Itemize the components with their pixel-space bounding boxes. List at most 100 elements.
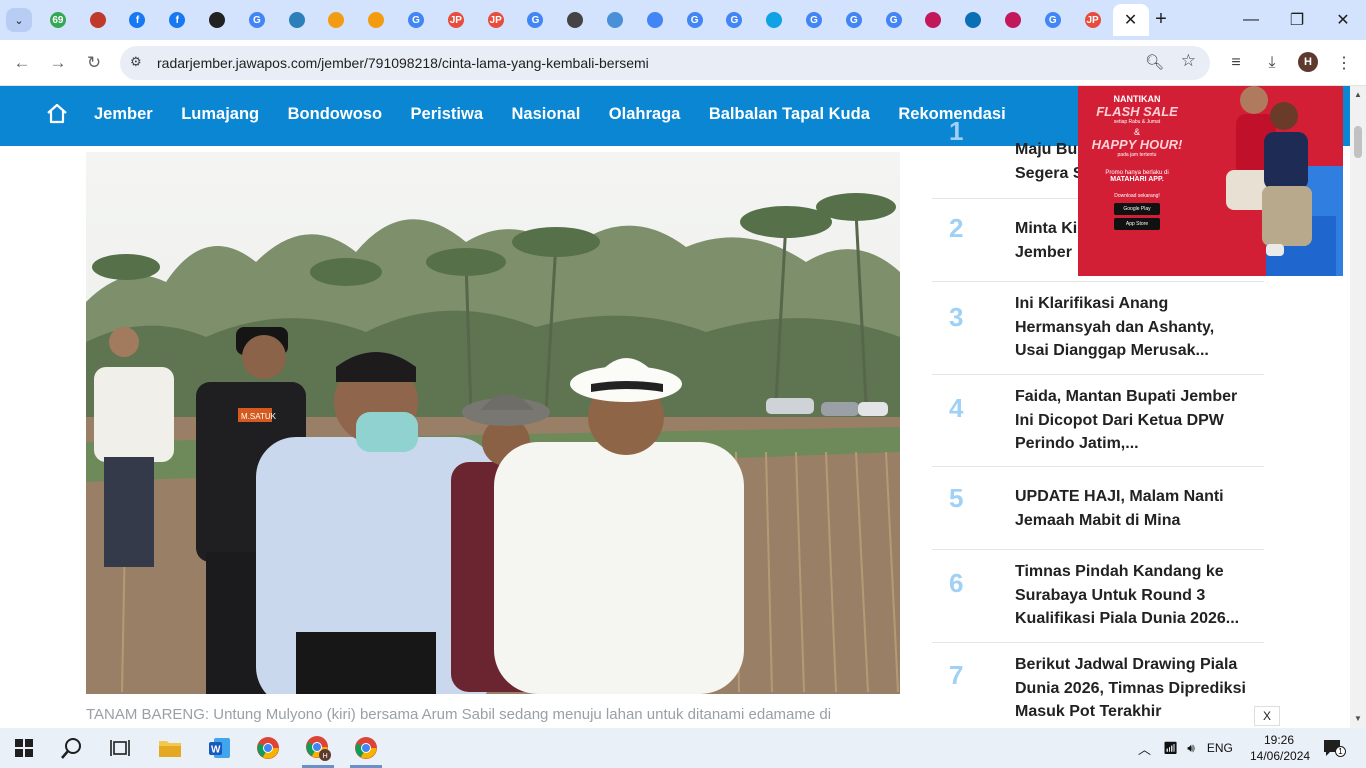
close-ad-button[interactable]: X xyxy=(1254,706,1280,726)
list-item[interactable]: 5 UPDATE HAJI, Malam Nanti Jemaah Mabit … xyxy=(932,467,1264,550)
chrome-active-button[interactable] xyxy=(342,728,390,768)
task-view-button[interactable] xyxy=(96,728,144,768)
minimize-button[interactable]: — xyxy=(1228,0,1274,40)
browser-tab[interactable]: G xyxy=(715,4,755,36)
url-text[interactable]: radarjember.jawapos.com/jember/791098218… xyxy=(157,55,649,71)
ad-models-image xyxy=(1196,86,1343,276)
list-item[interactable]: 7 Berikut Jadwal Drawing Piala Dunia 202… xyxy=(932,643,1264,728)
home-icon[interactable] xyxy=(45,102,69,126)
google-icon: G xyxy=(885,12,902,28)
scroll-down-arrow[interactable]: ▼ xyxy=(1353,714,1363,723)
wifi-icon[interactable]: 📶︎ xyxy=(1163,741,1178,755)
browser-tab[interactable] xyxy=(277,4,317,36)
nav-item[interactable]: Balbalan Tapal Kuda xyxy=(709,105,870,124)
tab-search-button[interactable]: ⌄ xyxy=(6,8,32,32)
site-icon xyxy=(925,12,942,28)
language-indicator[interactable]: ENG xyxy=(1207,741,1233,755)
matahari-ad-banner[interactable]: NANTIKAN FLASH SALE setiap Rabu & Jumat … xyxy=(1078,86,1343,276)
chrome-icon: H xyxy=(306,736,331,761)
scroll-up-arrow[interactable]: ▲ xyxy=(1353,90,1363,99)
nav-item[interactable]: Nasional xyxy=(512,105,581,124)
browser-tab[interactable] xyxy=(555,4,595,36)
reload-button[interactable]: ↻ xyxy=(82,51,106,75)
forward-button[interactable]: → xyxy=(46,51,70,75)
browser-tab[interactable]: JP xyxy=(1073,4,1113,36)
browser-tab[interactable] xyxy=(953,4,993,36)
app-store-badge[interactable]: App Store xyxy=(1114,218,1160,230)
browser-tab[interactable] xyxy=(595,4,635,36)
browser-tab[interactable]: 69 xyxy=(38,4,78,36)
browser-tab[interactable] xyxy=(635,4,675,36)
notification-center-button[interactable]: 1 xyxy=(1322,738,1346,758)
nav-item[interactable]: Olahraga xyxy=(609,105,681,124)
browser-tab[interactable] xyxy=(78,4,118,36)
browser-tab[interactable] xyxy=(197,4,237,36)
back-button[interactable]: ← xyxy=(10,51,34,75)
list-item[interactable]: 3 Ini Klarifikasi Anang Hermansyah dan A… xyxy=(932,282,1264,375)
google-play-badge[interactable]: Google Play xyxy=(1114,203,1160,215)
chrome-profile-button[interactable]: H xyxy=(294,728,342,768)
browser-tab[interactable]: G xyxy=(1033,4,1073,36)
browser-tab[interactable]: G xyxy=(396,4,436,36)
browser-tab[interactable]: JP xyxy=(436,4,476,36)
scrollbar-thumb[interactable] xyxy=(1354,126,1362,158)
browser-tab[interactable]: G xyxy=(834,4,874,36)
rank-number: 4 xyxy=(949,393,964,423)
folder-icon xyxy=(159,741,181,757)
rank-title[interactable]: Faida, Mantan Bupati Jember Ini Dicopot … xyxy=(1015,385,1251,456)
rank-number: 3 xyxy=(949,302,964,332)
menu-kebab-icon[interactable]: ⋮ xyxy=(1333,52,1355,74)
nav-item[interactable]: Peristiwa xyxy=(411,105,483,124)
nav-item[interactable]: Jember xyxy=(94,105,153,124)
rank-title[interactable]: Berikut Jadwal Drawing Piala Dunia 2026,… xyxy=(1015,653,1251,724)
list-item[interactable]: 4 Faida, Mantan Bupati Jember Ini Dicopo… xyxy=(932,375,1264,467)
windows-taskbar: W H ︿ 📶︎ 🔊︎ ENG 19:26 14/06/2024 1 xyxy=(0,728,1366,768)
browser-tab[interactable]: G xyxy=(675,4,715,36)
docs-icon xyxy=(646,12,663,28)
browser-tab[interactable]: G xyxy=(794,4,834,36)
browser-tab[interactable] xyxy=(993,4,1033,36)
active-tab[interactable]: ✕ xyxy=(1112,4,1149,36)
google-icon: G xyxy=(1044,12,1061,28)
browser-tab[interactable]: f xyxy=(118,4,158,36)
zoom-icon[interactable]: 🔍︎ xyxy=(1145,53,1164,71)
chrome-button[interactable] xyxy=(244,728,292,768)
address-bar[interactable]: ⚙ radarjember.jawapos.com/jember/7910982… xyxy=(120,46,1210,80)
site-icon xyxy=(328,12,345,28)
file-explorer-button[interactable] xyxy=(146,728,194,768)
browser-tab[interactable] xyxy=(356,4,396,36)
rank-title[interactable]: UPDATE HAJI, Malam Nanti Jemaah Mabit di… xyxy=(1015,485,1251,532)
browser-tab[interactable] xyxy=(914,4,954,36)
start-button[interactable] xyxy=(0,728,48,768)
browser-tab[interactable]: JP xyxy=(476,4,516,36)
profile-avatar[interactable]: H xyxy=(1298,52,1318,72)
list-item[interactable]: 6 Timnas Pindah Kandang ke Surabaya Untu… xyxy=(932,550,1264,643)
downloads-icon[interactable]: ⤓ xyxy=(1261,52,1283,74)
browser-tab[interactable] xyxy=(317,4,357,36)
browser-tab[interactable]: f xyxy=(157,4,197,36)
browser-tab[interactable]: G xyxy=(237,4,277,36)
nav-item[interactable]: Bondowoso xyxy=(288,105,382,124)
new-tab-button[interactable]: + xyxy=(1150,8,1172,30)
browser-tab[interactable] xyxy=(754,4,794,36)
notification-count: 1 xyxy=(1335,746,1346,757)
bookmark-star-icon[interactable]: ☆ xyxy=(1181,51,1196,71)
search-button[interactable] xyxy=(48,728,96,768)
chevron-up-icon[interactable]: ︿ xyxy=(1138,739,1151,758)
site-info-icon[interactable]: ⚙ xyxy=(130,54,142,70)
nav-item[interactable]: Lumajang xyxy=(181,105,259,124)
rank-title[interactable]: Ini Klarifikasi Anang Hermansyah dan Ash… xyxy=(1015,292,1251,363)
browser-tab[interactable]: G xyxy=(516,4,556,36)
taskbar-clock[interactable]: 19:26 14/06/2024 xyxy=(1250,732,1310,764)
page-scrollbar[interactable]: ▲ ▼ xyxy=(1350,86,1366,728)
close-tab-icon[interactable]: ✕ xyxy=(1123,12,1139,29)
restore-button[interactable]: ❐ xyxy=(1274,0,1320,40)
rank-title[interactable]: Timnas Pindah Kandang ke Surabaya Untuk … xyxy=(1015,560,1251,631)
media-control-icon[interactable]: ≡ xyxy=(1225,52,1247,74)
close-window-button[interactable]: ✕ xyxy=(1320,0,1366,40)
browser-tab[interactable]: G xyxy=(874,4,914,36)
volume-icon[interactable]: 🔊︎ xyxy=(1187,741,1195,756)
google-icon: G xyxy=(726,12,743,28)
word-button[interactable]: W xyxy=(196,728,244,768)
google-icon: G xyxy=(527,12,544,28)
